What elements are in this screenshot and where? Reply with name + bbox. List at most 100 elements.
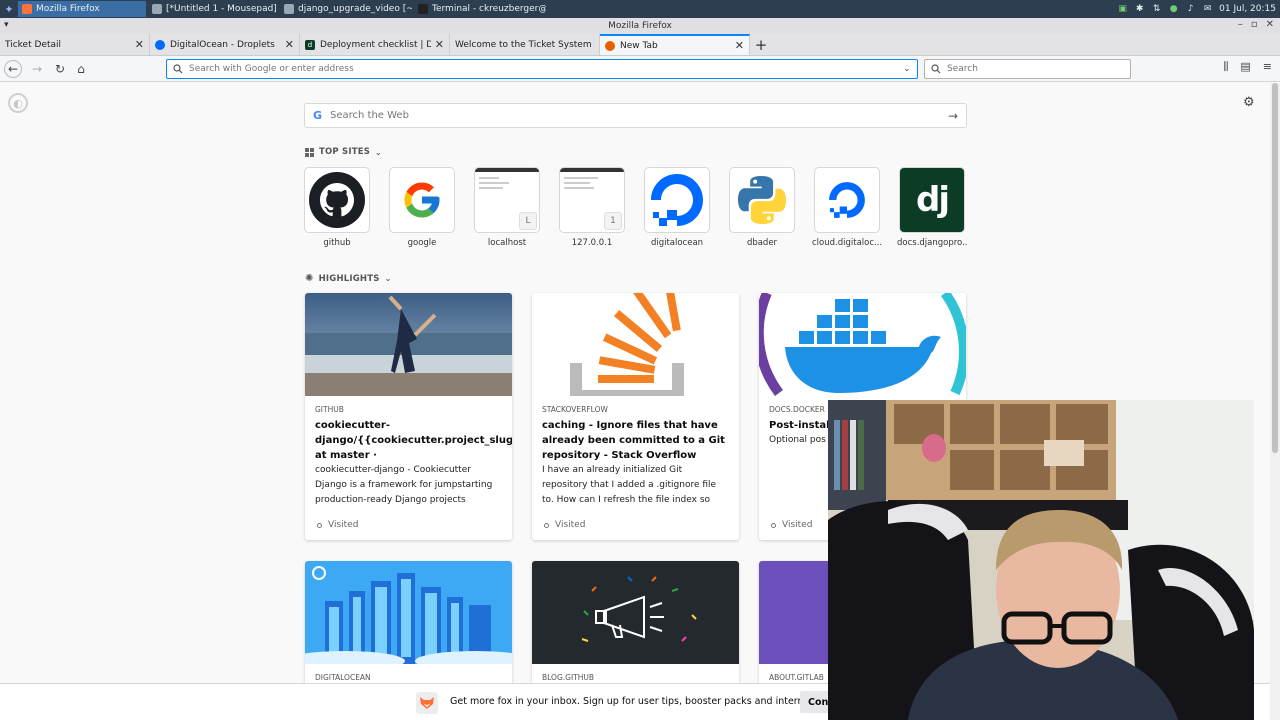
docker-logo-icon [759,293,966,396]
taskbar-task-mousepad[interactable]: [*Untitled 1 - Mousepad] [148,1,278,17]
volume-icon[interactable]: ♪ [1185,4,1196,15]
close-tab-icon[interactable]: ✕ [735,39,744,52]
github-logo-icon [309,172,365,228]
digitalocean-logo-icon [651,174,703,226]
close-tab-icon[interactable]: ✕ [135,38,144,51]
close-window-icon[interactable]: ✕ [1266,19,1274,30]
maximize-icon[interactable]: ▫ [1251,19,1258,30]
web-search-input[interactable] [330,110,948,121]
visited-dot-icon [317,522,322,528]
top-site-github[interactable]: github [305,168,369,248]
webcam-overlay [828,400,1254,720]
tab-digitalocean-droplets[interactable]: DigitalOcean - Droplets ✕ [150,34,300,55]
python-logo-icon [738,176,786,224]
top-site-tile [305,168,369,232]
highlight-source: DIGITALOCEAN [315,673,371,682]
tab-welcome-ticket-system[interactable]: Welcome to the Ticket System [450,34,600,55]
top-site-tile [730,168,794,232]
close-tab-icon[interactable]: ✕ [435,38,444,51]
highlights-heading[interactable]: ✺ HIGHLIGHTS ⌄ [305,273,391,284]
gear-icon[interactable]: ⚙ [1243,95,1255,110]
visited-status: Visited [771,520,812,530]
fox-mascot-icon [416,692,438,714]
reload-button[interactable]: ↻ [51,60,69,78]
stackoverflow-logo-icon [570,293,684,396]
library-icon[interactable]: ⫼ [1223,60,1228,74]
chevron-down-icon: ⌄ [384,274,392,283]
search-bar[interactable] [924,59,1131,79]
window-titlebar: ▾ Mozilla Firefox – ▫ ✕ [0,18,1280,34]
url-input[interactable] [189,64,903,74]
highlight-source: BLOG.GITHUB [542,673,595,682]
page-scrollbar[interactable] [1270,83,1280,720]
digitalocean-favicon-icon [155,39,165,50]
clock[interactable]: 01 Jul, 20:15 [1219,4,1276,14]
top-site-tile: dj [900,168,964,232]
top-site-tile [390,168,454,232]
highlight-image [305,561,512,664]
highlight-image [305,293,512,396]
highlight-card-digitalocean[interactable]: DIGITALOCEAN [305,561,512,701]
back-arrow-icon: ← [7,61,19,76]
new-tab-button[interactable]: + [750,34,772,55]
shield-icon[interactable]: ● [1168,4,1179,15]
grid-icon [305,147,314,157]
tab-new-tab[interactable]: New Tab ✕ [600,34,750,55]
top-site-docs-djangoproject[interactable]: dj docs.djangopro... [897,168,967,248]
sidebar-icon[interactable]: ▤ [1240,60,1250,74]
editor-icon [152,4,162,14]
update-icon[interactable]: ▣ [1117,4,1128,15]
top-site-google[interactable]: google [390,168,454,248]
highlight-title: caching - Ignore files that have already… [542,420,725,461]
top-site-127-0-0-1[interactable]: 1 127.0.0.1 [560,168,624,248]
google-logo-icon [404,182,440,218]
highlight-image [532,293,739,396]
highlight-card-github[interactable]: GITHUB cookiecutter-django/{{cookiecutte… [305,293,512,540]
plus-icon: + [754,35,768,54]
forward-button[interactable]: → [28,60,46,78]
back-button[interactable]: ← [4,59,22,78]
network-icon[interactable]: ⇅ [1151,4,1162,15]
minimize-icon[interactable]: – [1238,19,1243,30]
search-icon [931,64,941,74]
close-tab-icon[interactable]: ✕ [285,38,294,51]
tab-ticket-detail[interactable]: Ticket Detail ✕ [0,34,150,55]
window-menu-icon[interactable]: ▾ [4,20,9,30]
top-site-cloud-digitalocean[interactable]: cloud.digitaloc... [812,168,882,248]
scrollbar-thumb[interactable] [1272,83,1278,453]
taskbar-task-terminal[interactable]: Terminal - ckreuzberger@ck... [414,1,546,17]
highlight-card-blog-github[interactable]: BLOG.GITHUB [532,561,739,701]
screenshot-preview [475,168,539,172]
visited-status: Visited [544,520,585,530]
hamburger-menu-icon[interactable]: ≡ [1263,60,1272,74]
highlight-description: I have an already initialized Git reposi… [542,465,717,505]
tab-deployment-checklist[interactable]: d Deployment checklist | Djang ✕ [300,34,450,55]
top-site-dbader[interactable]: dbader [730,168,794,248]
navigation-toolbar: ← → ↻ ⌂ ⌄ ⫼ ▤ ≡ [0,56,1280,82]
django-logo-icon: dj [916,180,950,220]
search-submit-icon[interactable]: → [948,109,958,123]
terminal-icon [418,4,428,14]
highlight-image [759,293,966,396]
top-site-tile: L [475,168,539,232]
home-button[interactable]: ⌂ [72,60,90,78]
app-menu-icon[interactable]: ✦ [0,0,18,18]
url-bar[interactable]: ⌄ [166,59,918,79]
highlight-card-stackoverflow[interactable]: STACKOVERFLOW caching - Ignore files tha… [532,293,739,540]
top-sites-heading[interactable]: TOP SITES ⌄ [305,147,382,157]
top-site-localhost[interactable]: L localhost [475,168,539,248]
search-input[interactable] [947,64,1130,74]
window-title: Mozilla Firefox [608,21,672,31]
taskbar-task-firefox[interactable]: Mozilla Firefox [18,1,146,17]
bluetooth-icon[interactable]: ✱ [1134,4,1145,15]
web-search-box[interactable]: G → [304,103,967,128]
firefox-favicon-icon [605,40,615,51]
chevron-down-icon[interactable]: ⌄ [903,64,917,74]
sparkle-icon: ✺ [305,273,314,284]
visited-status: Visited [317,520,358,530]
visited-dot-icon [771,522,776,528]
top-site-digitalocean[interactable]: digitalocean [645,168,709,248]
mail-icon[interactable]: ✉ [1202,4,1213,15]
highlight-source: GITHUB [315,405,344,414]
taskbar-task-file-manager[interactable]: django_upgrade_video [~/pri... [280,1,412,17]
